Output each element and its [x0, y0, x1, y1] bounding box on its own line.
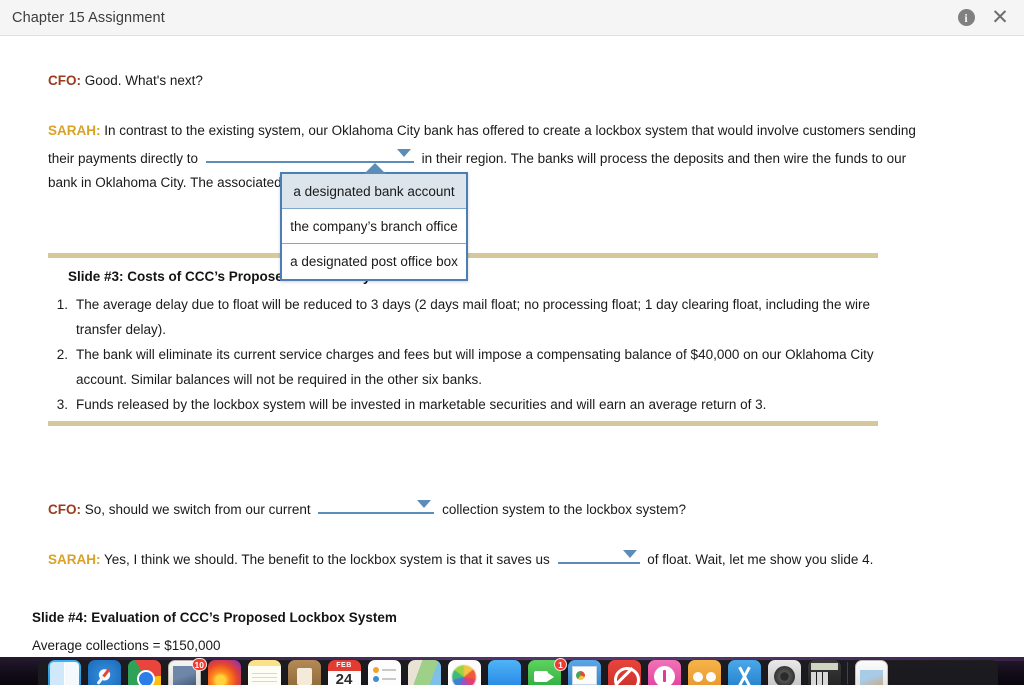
dialogue-line-sarah-1: SARAH: In contrast to the existing syste…: [48, 119, 928, 196]
dropdown-option-3[interactable]: a designated post office box: [282, 244, 466, 279]
info-icon-glyph: i: [958, 9, 975, 26]
calendar-icon: FEB24: [328, 660, 361, 685]
messages-icon: [488, 660, 521, 685]
window-titlebar: Chapter 15 Assignment i ✕: [0, 0, 1024, 36]
speaker-label-cfo: CFO:: [48, 73, 81, 88]
dock-item-users[interactable]: [684, 660, 724, 685]
dock-item-maps[interactable]: [404, 660, 444, 685]
contacts-icon: [288, 660, 321, 685]
blank-dropdown-1[interactable]: [206, 144, 414, 163]
photos-icon: [448, 660, 481, 685]
blank-dropdown-2[interactable]: [318, 495, 434, 514]
slide3-item-1: 1. The average delay due to float will b…: [48, 292, 878, 342]
calendar-day-label: 24: [328, 670, 361, 685]
dock-item-system-preferences[interactable]: [764, 660, 804, 685]
dock-item-xcode[interactable]: [724, 660, 764, 685]
dock-separator: [847, 662, 848, 684]
dock-item-contacts[interactable]: [284, 660, 324, 685]
speaker-label-sarah: SARAH:: [48, 123, 101, 138]
preview-icon: [855, 660, 888, 685]
dock: 10 FEB24 1: [38, 660, 998, 685]
list-number: 3.: [48, 392, 68, 417]
speaker-label-cfo: CFO:: [48, 502, 81, 517]
document-body: CFO: Good. What's next? SARAH: In contra…: [0, 36, 1024, 657]
dialogue-text-after-blank: of float. Wait, let me show you slide 4.: [647, 552, 873, 567]
dialogue-text-before-blank: So, should we switch from our current: [85, 502, 311, 517]
dock-item-chrome[interactable]: [124, 660, 164, 685]
desktop-dock-area: 10 FEB24 1: [0, 657, 1024, 685]
chevron-down-icon: [623, 550, 637, 558]
dock-item-finder[interactable]: [44, 660, 84, 685]
dialogue-line-cfo-2: CFO: So, should we switch from our curre…: [48, 495, 948, 523]
dock-item-calendar[interactable]: FEB24: [324, 660, 364, 685]
dock-item-reminders[interactable]: [364, 660, 404, 685]
close-icon-glyph: ✕: [991, 7, 1009, 28]
list-text: The bank will eliminate its current serv…: [76, 342, 878, 392]
list-number: 2.: [48, 342, 68, 367]
notes-icon: [248, 660, 281, 685]
xcode-icon: [728, 660, 761, 685]
dropdown-option-1[interactable]: a designated bank account: [282, 174, 466, 209]
calculator-icon: [808, 660, 841, 685]
dropdown-option-2[interactable]: the company’s branch office: [282, 209, 466, 244]
slide4-heading: Slide #4: Evaluation of CCC’s Proposed L…: [32, 610, 397, 625]
dialogue-text-after-blank: collection system to the lockbox system?: [442, 502, 686, 517]
dock-item-keynote[interactable]: [564, 660, 604, 685]
dock-item-preview[interactable]: [851, 660, 891, 685]
chrome-icon: [128, 660, 161, 685]
dock-item-itunes[interactable]: [644, 660, 684, 685]
dock-item-mail[interactable]: 10: [164, 660, 204, 685]
finder-icon: [48, 660, 81, 685]
slide3-item-3: 3. Funds released by the lockbox system …: [48, 392, 878, 417]
dock-badge-mail: 10: [192, 658, 207, 671]
app-window: Chapter 15 Assignment i ✕ CFO: Good. Wha…: [0, 0, 1024, 685]
reminders-icon: [368, 660, 401, 685]
maps-icon: [408, 660, 441, 685]
close-icon[interactable]: ✕: [988, 6, 1012, 30]
chevron-down-icon: [417, 500, 431, 508]
dock-item-do-not-disturb[interactable]: [604, 660, 644, 685]
dock-item-calculator[interactable]: [804, 660, 844, 685]
dialogue-line-sarah-2: SARAH: Yes, I think we should. The benef…: [48, 545, 968, 573]
dock-item-facetime[interactable]: 1: [524, 660, 564, 685]
dialogue-text: Good. What's next?: [85, 73, 203, 88]
chevron-down-icon: [397, 149, 411, 157]
list-number: 1.: [48, 292, 68, 317]
dock-item-safari[interactable]: [84, 660, 124, 685]
page-title: Chapter 15 Assignment: [12, 10, 165, 26]
speaker-label-sarah: SARAH:: [48, 552, 101, 567]
itunes-icon: [648, 660, 681, 685]
slide4-line-1: Average collections = $150,000: [32, 634, 532, 657]
blank-dropdown-3[interactable]: [558, 545, 640, 564]
users-icon: [688, 660, 721, 685]
dock-item-photos[interactable]: [444, 660, 484, 685]
info-icon[interactable]: i: [954, 6, 978, 30]
dock-item-messages[interactable]: [484, 660, 524, 685]
dropdown-menu-open[interactable]: a designated bank account the company’s …: [280, 172, 468, 281]
dock-item-firefox[interactable]: [204, 660, 244, 685]
section-divider-bottom: [48, 421, 878, 426]
system-preferences-icon: [768, 660, 801, 685]
slide3-item-2: 2. The bank will eliminate its current s…: [48, 342, 878, 392]
dialogue-line-cfo-1: CFO: Good. What's next?: [48, 69, 928, 94]
list-text: The average delay due to float will be r…: [76, 292, 878, 342]
safari-icon: [88, 660, 121, 685]
dropdown-pointer-icon: [364, 163, 386, 174]
firefox-icon: [208, 660, 241, 685]
dock-item-notes[interactable]: [244, 660, 284, 685]
do-not-disturb-icon: [608, 660, 641, 685]
dialogue-text-before-blank: Yes, I think we should. The benefit to t…: [104, 552, 550, 567]
keynote-icon: [568, 660, 601, 685]
dock-badge-facetime: 1: [554, 658, 567, 671]
list-text: Funds released by the lockbox system wil…: [76, 392, 878, 417]
